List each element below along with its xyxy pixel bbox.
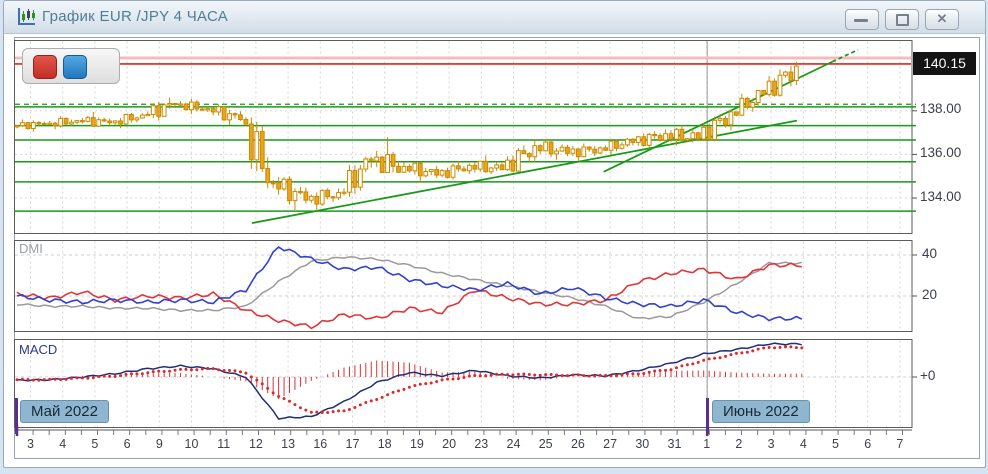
- x-axis-label: 13: [281, 437, 296, 451]
- x-axis-label: 11: [217, 437, 231, 451]
- x-axis-label: 2: [735, 437, 743, 451]
- price-tick-138: 138.00: [920, 101, 962, 116]
- price-tick-136: 136.00: [920, 145, 962, 160]
- x-axis-label: 6: [864, 437, 872, 451]
- x-axis-label: 18: [377, 437, 392, 451]
- x-axis-label: 19: [409, 437, 424, 451]
- x-axis-label: 23: [474, 437, 489, 451]
- x-axis-label: 1: [703, 437, 711, 451]
- x-axis-label: 5: [91, 437, 99, 451]
- month-badge-may: Май 2022: [20, 400, 109, 423]
- x-axis-label: 4: [59, 437, 67, 451]
- chart-canvas[interactable]: [0, 0, 988, 474]
- dmi-indicator-label: DMI: [19, 241, 43, 256]
- blue-tool-button[interactable]: [63, 55, 87, 79]
- x-axis-label: 25: [538, 437, 553, 451]
- red-tool-button[interactable]: [33, 55, 57, 79]
- x-axis-label: 30: [635, 437, 650, 451]
- june-month-marker: [706, 398, 709, 434]
- x-axis-label: 20: [442, 437, 457, 451]
- macd-indicator-label: MACD: [19, 342, 58, 357]
- x-axis-label: 24: [506, 437, 521, 451]
- x-axis-label: 3: [27, 437, 34, 451]
- month-badge-june: Июнь 2022: [712, 400, 810, 423]
- x-axis-label: 9: [155, 437, 163, 451]
- macd-tick-0: +0: [920, 368, 936, 383]
- may-month-marker: [15, 398, 18, 434]
- x-axis-label: 10: [184, 437, 199, 451]
- chart-mini-toolbar: [22, 48, 120, 84]
- x-axis-label: 7: [896, 437, 904, 451]
- x-axis-label: 3: [767, 437, 775, 451]
- dmi-tick-20: 20: [922, 287, 938, 302]
- x-axis-label: 4: [799, 437, 807, 451]
- price-tick-134: 134.00: [920, 189, 962, 204]
- dmi-tick-40: 40: [922, 246, 938, 261]
- x-axis-label: 5: [832, 437, 839, 451]
- x-axis-label: 31: [667, 437, 682, 451]
- x-axis-label: 17: [345, 437, 360, 451]
- current-price-badge: 140.15: [913, 52, 976, 75]
- x-axis-label: 12: [248, 437, 263, 451]
- x-axis-label: 6: [123, 437, 131, 451]
- x-axis-label: 16: [313, 437, 328, 451]
- x-axis-label: 26: [570, 437, 585, 451]
- x-axis-label: 27: [603, 437, 618, 451]
